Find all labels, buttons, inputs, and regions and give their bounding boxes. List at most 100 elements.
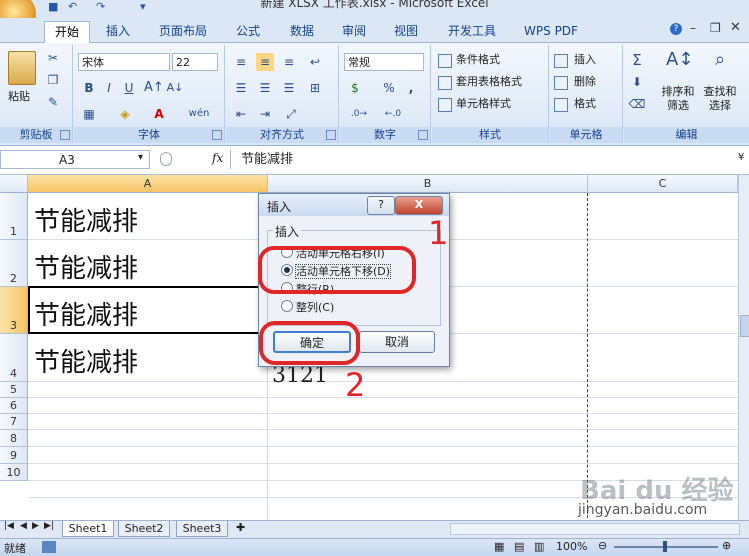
name-box-dropdown-icon[interactable]: ▾ bbox=[138, 152, 143, 163]
tab-formulas[interactable]: 公式 bbox=[226, 21, 270, 41]
tab-data[interactable]: 数据 bbox=[280, 21, 324, 41]
horizontal-scrollbar[interactable] bbox=[450, 523, 740, 535]
sheet-nav-next-icon[interactable]: ▶ bbox=[32, 521, 39, 531]
comma-button[interactable]: , bbox=[402, 79, 420, 97]
row-header-8[interactable]: 8 bbox=[0, 430, 28, 447]
insert-cells-button[interactable]: 插入 bbox=[574, 50, 596, 70]
close-window-icon[interactable]: ✕ bbox=[730, 20, 741, 35]
number-launcher-icon[interactable] bbox=[418, 130, 428, 140]
align-left-icon[interactable]: ☰ bbox=[232, 79, 250, 97]
page-layout-view-icon[interactable]: ▤ bbox=[514, 540, 524, 553]
zoom-level[interactable]: 100% bbox=[556, 540, 587, 553]
sheet-nav-prev-icon[interactable]: ◀ bbox=[20, 521, 27, 531]
autosum-icon[interactable]: Σ bbox=[628, 51, 646, 69]
tab-developer[interactable]: 开发工具 bbox=[438, 21, 506, 41]
orientation-icon[interactable]: ⤢ bbox=[282, 105, 300, 123]
format-painter-icon[interactable]: ✎ bbox=[44, 93, 62, 111]
tab-view[interactable]: 视图 bbox=[384, 21, 428, 41]
new-sheet-icon[interactable]: ✚ bbox=[236, 521, 245, 534]
zoom-out-icon[interactable]: ⊖ bbox=[598, 539, 607, 552]
row-header-7[interactable]: 7 bbox=[0, 414, 28, 430]
wrap-text-icon[interactable]: ↩ bbox=[306, 53, 324, 71]
copy-icon[interactable]: ❐ bbox=[44, 71, 62, 89]
dialog-close-button[interactable]: X bbox=[395, 196, 443, 215]
percent-button[interactable]: % bbox=[380, 79, 398, 97]
restore-window-icon[interactable]: ❐ bbox=[710, 21, 721, 35]
phonetic-icon[interactable]: wén bbox=[184, 105, 214, 123]
row-header-6[interactable]: 6 bbox=[0, 398, 28, 414]
tab-review[interactable]: 审阅 bbox=[332, 21, 376, 41]
align-right-icon[interactable]: ☰ bbox=[280, 79, 298, 97]
cell-a1[interactable]: 节能减排 bbox=[34, 201, 138, 238]
align-bottom-icon[interactable]: ≡ bbox=[280, 53, 298, 71]
sheet-tab-2[interactable]: Sheet2 bbox=[118, 521, 170, 537]
align-center-icon[interactable]: ☰ bbox=[256, 79, 274, 97]
sort-filter-icon[interactable]: A↕ bbox=[666, 51, 693, 79]
help-icon[interactable]: ? bbox=[670, 23, 682, 35]
column-header-a[interactable]: A bbox=[28, 175, 268, 193]
expand-formula-icon[interactable]: ¥ bbox=[738, 152, 744, 163]
cell-style-button[interactable]: 单元格样式 bbox=[456, 94, 511, 114]
delete-cells-button[interactable]: 删除 bbox=[574, 72, 596, 92]
paste-button[interactable]: 粘贴 bbox=[8, 87, 30, 107]
zoom-slider-thumb[interactable] bbox=[663, 541, 667, 552]
font-size-select[interactable]: 22 bbox=[172, 53, 218, 71]
row-header-10[interactable]: 10 bbox=[0, 464, 28, 481]
sort-filter-button[interactable]: 排序和筛选 bbox=[658, 85, 698, 115]
name-box[interactable]: A3 bbox=[0, 150, 150, 169]
minimize-ribbon-icon[interactable]: – bbox=[690, 21, 696, 35]
decrease-indent-icon[interactable]: ⇤ bbox=[232, 105, 250, 123]
bold-button[interactable]: B bbox=[80, 79, 98, 97]
font-name-select[interactable]: 宋体 bbox=[78, 53, 170, 71]
increase-indent-icon[interactable]: ⇥ bbox=[256, 105, 274, 123]
fill-color-icon[interactable]: ◈ bbox=[116, 105, 134, 123]
cell-a2[interactable]: 节能减排 bbox=[34, 248, 138, 285]
format-cells-button[interactable]: 格式 bbox=[574, 94, 596, 114]
row-header-9[interactable]: 9 bbox=[0, 447, 28, 464]
sheet-tab-3[interactable]: Sheet3 bbox=[176, 521, 228, 537]
zoom-in-icon[interactable]: ⊕ bbox=[722, 539, 731, 552]
row-header-3[interactable]: 3 bbox=[0, 287, 28, 334]
conditional-format-button[interactable]: 条件格式 bbox=[456, 50, 500, 70]
font-color-icon[interactable]: A bbox=[150, 105, 168, 123]
row-header-5[interactable]: 5 bbox=[0, 382, 28, 398]
find-select-button[interactable]: 查找和选择 bbox=[700, 85, 740, 115]
row-header-4[interactable]: 4 bbox=[0, 334, 28, 382]
sheet-nav-last-icon[interactable]: ▶| bbox=[44, 521, 54, 531]
clear-icon[interactable]: ⌫ bbox=[628, 95, 646, 113]
sheet-nav-first-icon[interactable]: |◀ bbox=[4, 521, 14, 531]
font-shrink-icon[interactable]: A↓ bbox=[166, 79, 184, 97]
formula-splitter-icon[interactable] bbox=[160, 152, 172, 166]
underline-button[interactable]: U bbox=[120, 79, 138, 97]
binoculars-icon[interactable]: ⌕ bbox=[708, 51, 732, 79]
normal-view-icon[interactable]: ▦ bbox=[494, 540, 504, 553]
row-header-1[interactable]: 1 bbox=[0, 193, 28, 240]
increase-decimal-icon[interactable]: .0→ bbox=[346, 105, 372, 123]
select-all-corner[interactable] bbox=[0, 175, 28, 193]
macro-record-icon[interactable] bbox=[42, 541, 56, 553]
insert-function-button[interactable]: fx bbox=[212, 151, 223, 165]
clipboard-launcher-icon[interactable] bbox=[60, 130, 70, 140]
decrease-decimal-icon[interactable]: ←.0 bbox=[380, 105, 406, 123]
font-launcher-icon[interactable] bbox=[212, 130, 222, 140]
scroll-thumb[interactable] bbox=[740, 315, 749, 337]
formula-input[interactable]: 节能减排 bbox=[230, 150, 749, 169]
sheet-tab-1[interactable]: Sheet1 bbox=[62, 521, 114, 537]
alignment-launcher-icon[interactable] bbox=[326, 130, 336, 140]
italic-button[interactable]: I bbox=[100, 79, 118, 97]
cell-a4[interactable]: 节能减排 bbox=[34, 342, 138, 379]
vertical-scrollbar[interactable] bbox=[738, 175, 749, 520]
currency-icon[interactable]: $ bbox=[346, 79, 364, 97]
tab-home[interactable]: 开始 bbox=[44, 21, 90, 43]
borders-icon[interactable]: ▦ bbox=[80, 105, 98, 123]
font-grow-icon[interactable]: A↑ bbox=[144, 79, 164, 97]
tab-wps-pdf[interactable]: WPS PDF bbox=[516, 21, 586, 41]
cut-icon[interactable]: ✂ bbox=[44, 49, 62, 67]
align-top-icon[interactable]: ≡ bbox=[232, 53, 250, 71]
column-header-c[interactable]: C bbox=[588, 175, 738, 193]
fill-icon[interactable]: ⬇ bbox=[628, 73, 646, 91]
tab-page-layout[interactable]: 页面布局 bbox=[150, 21, 216, 41]
number-format-select[interactable]: 常规 bbox=[344, 53, 424, 71]
row-header-2[interactable]: 2 bbox=[0, 240, 28, 287]
paste-icon[interactable] bbox=[8, 51, 36, 85]
